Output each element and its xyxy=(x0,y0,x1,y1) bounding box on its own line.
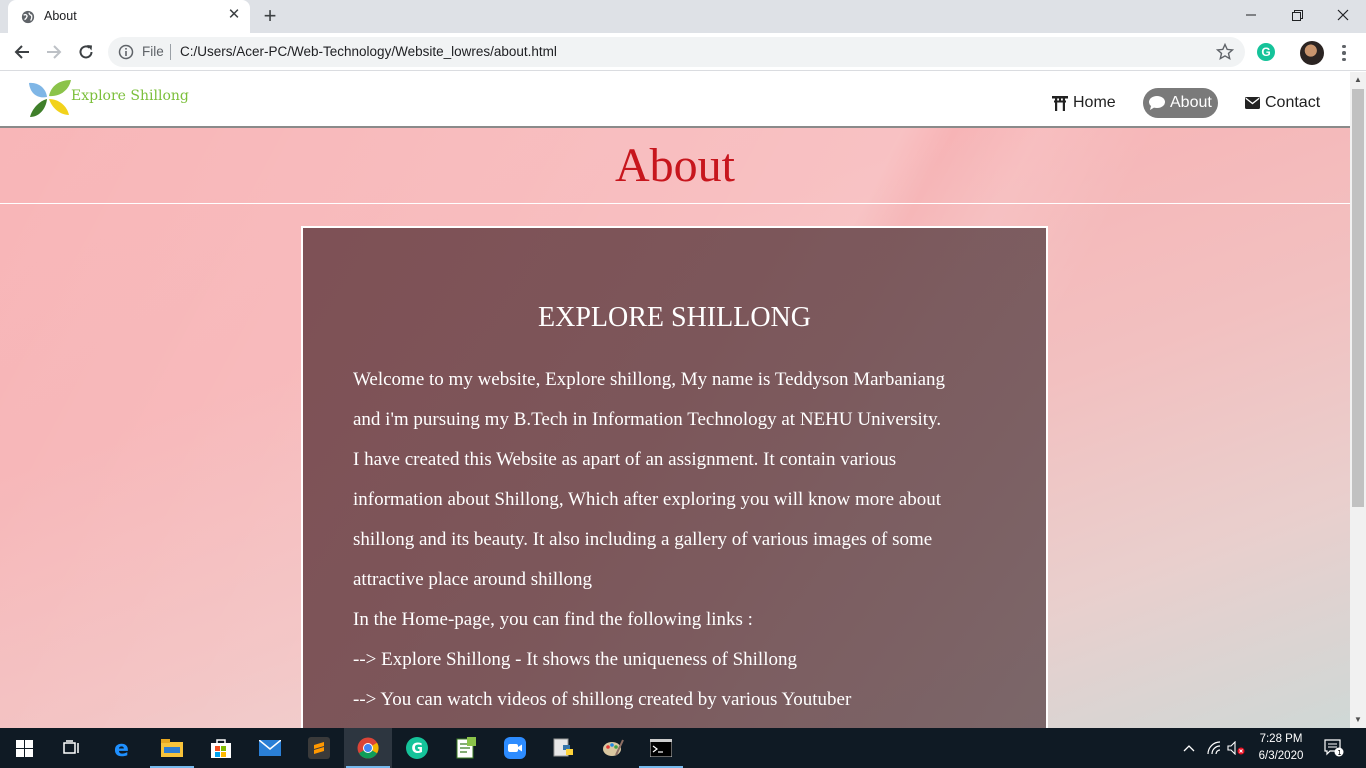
about-paragraph: Welcome to my website, Explore shillong,… xyxy=(353,360,1003,720)
info-icon[interactable] xyxy=(118,44,134,60)
scroll-down-icon[interactable]: ▼ xyxy=(1350,712,1366,728)
minimize-icon[interactable] xyxy=(1228,0,1274,30)
close-window-icon[interactable] xyxy=(1320,0,1366,30)
scroll-up-icon[interactable]: ▲ xyxy=(1350,72,1366,88)
leaf-logo-icon[interactable] xyxy=(27,77,73,119)
grammarly-extension-icon[interactable]: G xyxy=(1257,43,1275,61)
clock-time: 7:28 PM xyxy=(1259,733,1303,745)
profile-avatar[interactable] xyxy=(1300,41,1324,65)
chrome-menu-icon[interactable] xyxy=(1336,41,1352,65)
notification-count: 1 xyxy=(1337,749,1341,757)
network-icon[interactable] xyxy=(1204,728,1224,768)
chrome-icon[interactable] xyxy=(344,728,392,768)
sublime-text-icon[interactable] xyxy=(295,728,343,768)
site-logo-text[interactable]: Explore Shillong xyxy=(71,88,189,104)
comment-icon xyxy=(1149,96,1165,110)
paragraph-line: Welcome to my website, Explore shillong,… xyxy=(353,369,946,390)
browser-toolbar: File C:/Users/Acer-PC/Web-Technology/Web… xyxy=(0,33,1366,71)
edge-icon[interactable]: e xyxy=(99,728,147,768)
nav-contact-link[interactable]: Contact xyxy=(1239,88,1326,118)
show-hidden-icons-icon[interactable] xyxy=(1180,728,1198,768)
browser-tab-strip: About ✕ + xyxy=(0,0,1366,33)
address-bar[interactable]: File C:/Users/Acer-PC/Web-Technology/Web… xyxy=(108,37,1245,67)
system-clock[interactable]: 7:28 PM 6/3/2020 xyxy=(1248,731,1314,765)
command-prompt-icon[interactable] xyxy=(637,728,685,768)
nav-contact-label: Contact xyxy=(1265,94,1321,111)
paragraph-line: I have created this Website as apart of … xyxy=(353,449,897,470)
omnibox-divider xyxy=(170,44,171,60)
torii-gate-icon xyxy=(1052,95,1068,111)
reload-icon[interactable] xyxy=(72,38,100,66)
box-heading: EXPLORE SHILLONG xyxy=(538,302,811,333)
nav-home-label: Home xyxy=(1073,94,1116,111)
page-viewport: Explore Shillong Home About Contact Abou… xyxy=(0,72,1366,728)
page-background: Explore Shillong Home About Contact Abou… xyxy=(0,72,1350,728)
tab-close-icon[interactable]: ✕ xyxy=(226,7,242,23)
envelope-icon xyxy=(1245,97,1260,109)
paint-icon[interactable] xyxy=(589,728,637,768)
file-explorer-icon[interactable] xyxy=(148,728,196,768)
bookmark-star-icon[interactable] xyxy=(1216,43,1234,61)
tab-title: About xyxy=(44,9,77,23)
paragraph-line: In the Home-page, you can find the follo… xyxy=(353,609,753,630)
url-text[interactable]: C:/Users/Acer-PC/Web-Technology/Website_… xyxy=(180,44,557,59)
svg-text:G: G xyxy=(412,741,424,757)
about-content-box: EXPLORE SHILLONG Welcome to my website, … xyxy=(301,226,1048,728)
paragraph-line: information about Shillong, Which after … xyxy=(353,489,942,510)
action-center-icon[interactable]: 1 xyxy=(1318,728,1350,768)
site-navbar: Explore Shillong Home About Contact xyxy=(0,72,1350,128)
scrollbar-thumb[interactable] xyxy=(1352,89,1364,507)
paragraph-line: --> You can watch videos of shillong cre… xyxy=(353,689,852,710)
windows-taskbar: e G 7:28 PM 6/3/2020 1 xyxy=(0,728,1366,768)
nav-about-link[interactable]: About xyxy=(1143,88,1218,118)
browser-tab[interactable]: About ✕ xyxy=(8,0,250,33)
forward-arrow-icon[interactable] xyxy=(40,38,68,66)
grammarly-icon[interactable]: G xyxy=(393,728,441,768)
restore-icon[interactable] xyxy=(1274,0,1320,30)
notepad-plus-icon[interactable] xyxy=(442,728,490,768)
svg-text:e: e xyxy=(114,737,129,759)
title-divider xyxy=(0,203,1350,204)
task-view-icon[interactable] xyxy=(48,728,96,768)
zoom-icon[interactable] xyxy=(491,728,539,768)
nav-about-label: About xyxy=(1170,94,1212,111)
page-title: About xyxy=(615,139,735,192)
windows-start-icon[interactable] xyxy=(0,728,48,768)
scheme-label: File xyxy=(142,44,164,59)
globe-icon xyxy=(21,10,35,24)
paragraph-line: and i'm pursuing my B.Tech in Informatio… xyxy=(353,409,942,430)
mail-icon[interactable] xyxy=(246,728,294,768)
paragraph-line: attractive place around shillong xyxy=(353,569,592,590)
paragraph-line: --> Explore Shillong - It shows the uniq… xyxy=(353,649,797,670)
nav-home-link[interactable]: Home xyxy=(1046,88,1122,118)
back-arrow-icon[interactable] xyxy=(8,38,36,66)
python-icon[interactable] xyxy=(540,728,588,768)
new-tab-icon[interactable]: + xyxy=(258,4,282,28)
volume-muted-icon[interactable] xyxy=(1226,728,1246,768)
paragraph-line: shillong and its beauty. It also includi… xyxy=(353,529,933,550)
store-icon[interactable] xyxy=(197,728,245,768)
clock-date: 6/3/2020 xyxy=(1258,750,1304,762)
page-scrollbar[interactable]: ▲ ▼ xyxy=(1350,72,1366,728)
